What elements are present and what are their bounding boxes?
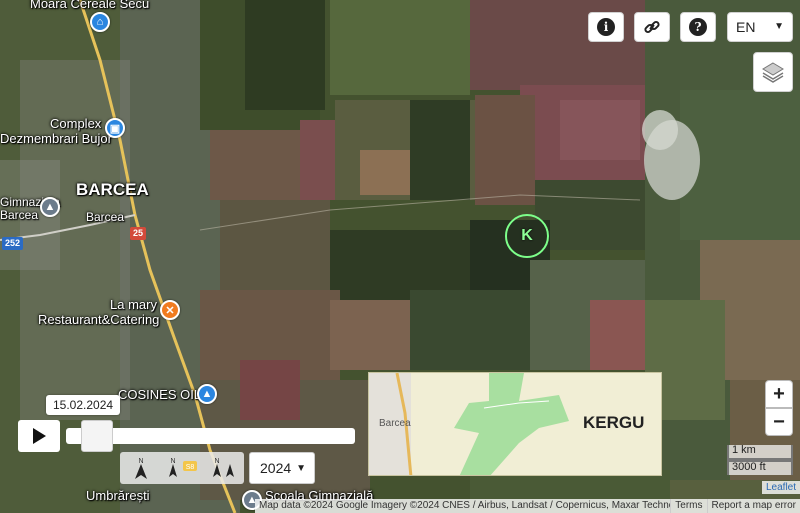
scale-km: 1 km [727, 445, 793, 460]
scale-ft: 3000 ft [727, 460, 793, 475]
svg-text:N: N [170, 458, 175, 465]
language-select[interactable]: EN ▼ [727, 12, 793, 42]
north-south-arrow-icon: N S8 [168, 458, 197, 477]
layers-button[interactable] [753, 52, 793, 92]
city-label: BARCEA [76, 180, 149, 199]
moara-label: Moara Cereale Secu [30, 0, 150, 11]
road-shield-25: 25 [130, 227, 147, 240]
year-select[interactable]: 2024 ▼ [249, 452, 315, 484]
inset-town-label: Barcea [379, 418, 411, 429]
chevron-down-icon: ▼ [774, 21, 784, 32]
link-icon [644, 20, 660, 34]
attribution-text: Map data ©2024 Google Imagery ©2024 CNES… [259, 500, 671, 511]
inset-map[interactable]: Barcea KERGU [368, 372, 662, 476]
terms-link[interactable]: Terms [670, 499, 706, 513]
info-button[interactable]: i [588, 12, 624, 42]
arrow-toggle-3[interactable]: N [203, 452, 244, 484]
report-error-link[interactable]: Report a map error [706, 499, 800, 513]
svg-text:N: N [138, 458, 143, 465]
date-tooltip: 15.02.2024 [46, 395, 121, 415]
complex-label-2: Dezmembrari Bujor [0, 131, 112, 146]
link-button[interactable] [634, 12, 670, 42]
location-marker[interactable]: K [505, 214, 549, 258]
arrow-toggle-2[interactable]: N S8 [161, 452, 202, 484]
svg-text:N: N [215, 458, 220, 465]
year-value: 2024 [260, 460, 292, 476]
layers-icon [762, 62, 784, 83]
north-arrow-icon: N [134, 458, 147, 479]
graduation-icon[interactable]: ▲ [40, 197, 60, 217]
inset-title: KERGU [583, 413, 645, 432]
lamary-label-2: Restaurant&Catering [38, 312, 160, 327]
play-icon [33, 428, 46, 444]
play-button[interactable] [18, 420, 60, 452]
language-value: EN [736, 19, 756, 35]
cosines-label: COSINES OIL [118, 387, 202, 402]
timeline-handle[interactable] [81, 420, 114, 452]
help-button[interactable]: ? [680, 12, 716, 42]
complex-label-1: Complex [50, 116, 102, 131]
info-icon: i [597, 18, 615, 36]
arrow-overlay-toggles[interactable]: N N S8 N [120, 452, 244, 484]
chevron-down-icon: ▼ [296, 463, 306, 474]
lamary-label-1: La mary [110, 297, 157, 312]
road-shield-252: 252 [2, 237, 24, 250]
bank-icon[interactable]: ⌂ [90, 12, 110, 32]
restaurant-icon[interactable]: ✕ [160, 300, 180, 320]
fuel-icon[interactable]: ▲ [197, 384, 217, 404]
school-label-2: Barcea [0, 208, 39, 222]
umbraresti-label: Umbrărești [86, 488, 150, 503]
barcea-small-label: Barcea [86, 210, 125, 224]
shop-icon[interactable]: ▣ [105, 118, 125, 138]
leaflet-link[interactable]: Leaflet [762, 481, 800, 494]
zoom-out-button[interactable]: − [765, 408, 793, 436]
arrow-toggle-1[interactable]: N [120, 452, 161, 484]
zoom-in-button[interactable]: + [765, 380, 793, 408]
attribution-bar: Map data ©2024 Google Imagery ©2024 CNES… [255, 499, 800, 513]
arrow-badge: S8 [186, 464, 195, 471]
help-icon: ? [689, 18, 707, 36]
compass-arrows-icon: N [213, 458, 235, 477]
